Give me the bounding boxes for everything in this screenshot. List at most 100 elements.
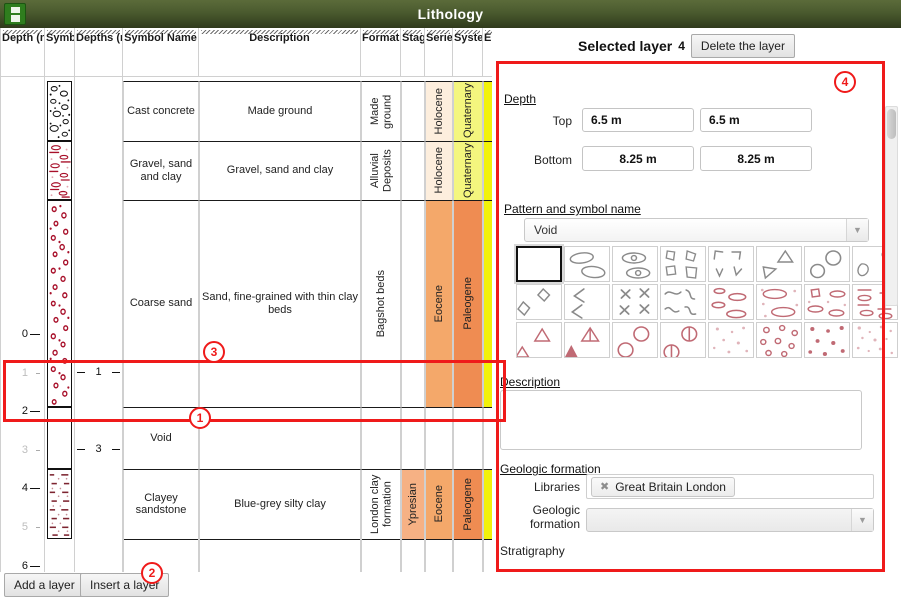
table-cell-description[interactable]: Made ground [199,81,361,141]
table-cell-symbol_name[interactable]: Clayey sandstone [123,469,199,539]
pattern-swatch[interactable] [708,322,754,358]
depth-bottom-input-1[interactable]: 8.25 m [582,146,694,171]
litho-pattern-void[interactable] [47,407,72,469]
col-header-system[interactable]: System [453,28,483,76]
pattern-swatch[interactable] [804,284,850,320]
column-resize-grip[interactable] [201,30,358,34]
column-resize-grip[interactable] [455,30,480,34]
table-cell-stage[interactable] [401,81,425,141]
table-cell-series[interactable]: Eocene [425,200,453,407]
pattern-swatch[interactable] [564,246,610,282]
col-header-depth[interactable]: Depth (m) [1,28,45,76]
panel-scrollbar[interactable] [885,106,898,306]
empty-cell[interactable] [361,539,401,572]
table-cell-formation[interactable] [361,407,401,469]
col-header-depths[interactable]: Depths (m) [75,28,123,76]
empty-cell[interactable] [425,539,453,572]
table-cell-formation[interactable]: Made ground [361,81,401,141]
add-layer-button[interactable]: Add a layer [4,573,85,597]
scrollbar-thumb[interactable] [887,109,896,139]
pattern-swatch[interactable] [564,322,610,358]
lithology-symbol-column[interactable] [45,76,75,572]
table-cell-description[interactable]: Gravel, sand and clay [199,141,361,200]
lithology-table-container[interactable]: Depth (m) Symb Depths (m) Symbol Name De… [0,28,510,573]
pattern-swatch[interactable] [516,246,562,282]
pattern-swatch[interactable] [756,322,802,358]
litho-pattern-coarse-sand[interactable] [47,200,72,407]
description-textarea[interactable] [500,390,862,450]
table-cell-description[interactable]: Blue-grey silty clay [199,469,361,539]
table-cell-series[interactable]: Holocene [425,141,453,200]
table-cell-symbol_name[interactable]: Gravel, sand and clay [123,141,199,200]
empty-cell[interactable] [401,539,425,572]
table-cell-formation[interactable]: Bagshot beds [361,200,401,407]
table-cell-symbol_name[interactable]: Coarse sand [123,200,199,407]
library-tag[interactable]: ✖ Great Britain London [591,477,735,497]
table-cell-description[interactable] [199,407,361,469]
table-cell-series[interactable] [425,407,453,469]
pattern-grid[interactable] [516,246,898,358]
pattern-swatch[interactable] [804,322,850,358]
pattern-swatch[interactable] [612,284,658,320]
column-resize-grip[interactable] [77,30,120,34]
table-cell-system[interactable]: Quaternary [453,81,483,141]
pattern-swatch[interactable] [804,246,850,282]
column-resize-grip[interactable] [363,30,398,34]
pattern-swatch[interactable] [708,246,754,282]
col-header-symbol-name[interactable]: Symbol Name [123,28,199,76]
table-cell-system[interactable]: Paleogene [453,469,483,539]
cell-text: Eocene [433,285,445,322]
table-cell-stage[interactable] [401,200,425,407]
table-cell-series[interactable]: Holocene [425,81,453,141]
litho-pattern-gravel-sand-clay[interactable] [47,141,72,200]
table-cell-stage[interactable]: Ypresian [401,469,425,539]
column-resize-grip[interactable] [125,30,196,34]
column-resize-grip[interactable] [403,30,422,34]
pattern-swatch[interactable] [660,246,706,282]
table-cell-symbol_name[interactable]: Void [123,407,199,469]
remove-tag-icon[interactable]: ✖ [600,480,609,493]
table-cell-formation[interactable]: London clay formation [361,469,401,539]
libraries-field[interactable]: ✖ Great Britain London [586,474,874,499]
pattern-swatch[interactable] [756,284,802,320]
table-cell-stage[interactable] [401,407,425,469]
column-resize-grip[interactable] [427,30,450,34]
pattern-swatch[interactable] [660,322,706,358]
table-cell-formation[interactable]: Alluvial Deposits [361,141,401,200]
pattern-swatch[interactable] [756,246,802,282]
col-header-description[interactable]: Description [199,28,361,76]
pattern-swatch[interactable] [612,322,658,358]
col-header-symbol[interactable]: Symb [45,28,75,76]
table-cell-symbol_name[interactable]: Cast concrete [123,81,199,141]
col-header-stage[interactable]: Stage [401,28,425,76]
table-cell-system[interactable] [453,407,483,469]
table-cell-description[interactable]: Sand, fine-grained with thin clay beds [199,200,361,407]
col-header-series[interactable]: Series [425,28,453,76]
chevron-down-icon[interactable]: ▼ [846,219,868,241]
pattern-swatch[interactable] [564,284,610,320]
column-resize-grip[interactable] [47,30,72,34]
table-cell-system[interactable]: Paleogene [453,200,483,407]
empty-cell[interactable] [453,539,483,572]
col-header-formation[interactable]: Formation [361,28,401,76]
pattern-swatch[interactable] [612,246,658,282]
pattern-swatch[interactable] [852,322,898,358]
litho-pattern-clayey-sandstone[interactable] [47,469,72,539]
litho-pattern-cast-concrete[interactable] [47,81,72,141]
table-cell-series[interactable]: Eocene [425,469,453,539]
depth-bottom-input-2[interactable]: 8.25 m [700,146,812,171]
geologic-formation-select[interactable]: ▼ [586,508,874,532]
depth-top-input-2[interactable]: 6.5 m [700,108,812,132]
delete-layer-button[interactable]: Delete the layer [691,34,795,58]
pattern-swatch[interactable] [708,284,754,320]
pattern-swatch[interactable] [660,284,706,320]
pattern-select[interactable]: Void ▼ [524,218,869,242]
depth-top-input-1[interactable]: 6.5 m [582,108,694,132]
column-resize-grip[interactable] [3,30,42,34]
table-cell-system[interactable]: Quaternary [453,141,483,200]
empty-cell[interactable] [199,539,361,572]
pattern-swatch[interactable] [516,284,562,320]
chevron-down-icon[interactable]: ▼ [851,509,873,531]
pattern-swatch[interactable] [516,322,562,358]
table-cell-stage[interactable] [401,141,425,200]
